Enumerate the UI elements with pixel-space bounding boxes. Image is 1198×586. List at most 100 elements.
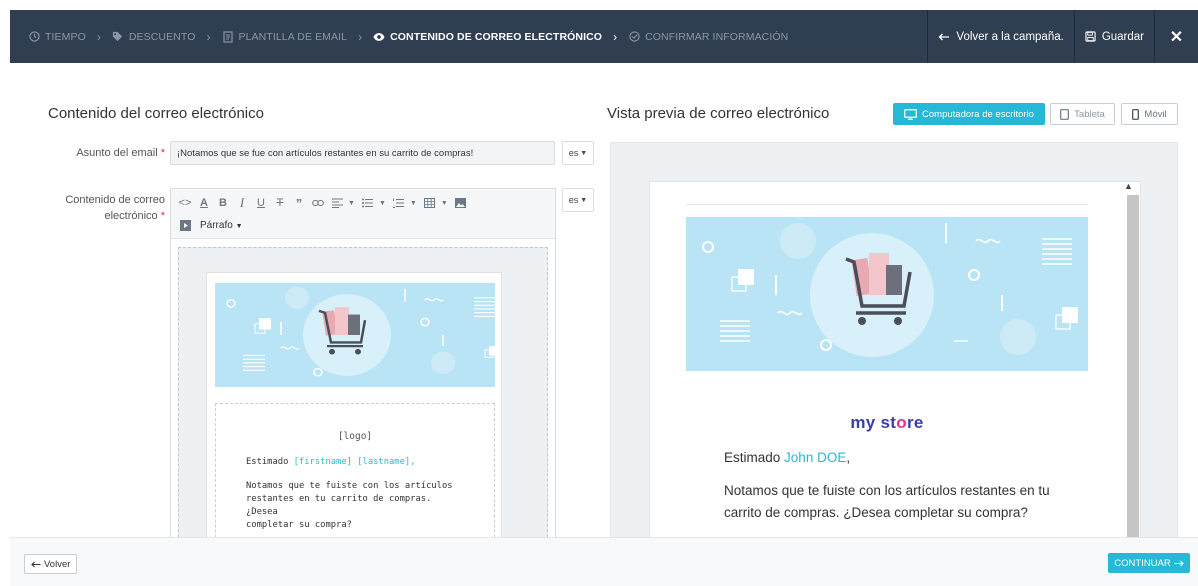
align-icon[interactable]: [329, 195, 345, 211]
back-button[interactable]: Volver: [24, 554, 78, 574]
save-button[interactable]: Guardar: [1073, 10, 1154, 63]
greeting-prefix: Estimado: [246, 457, 289, 467]
store-logo: my store: [686, 413, 1088, 433]
back-to-campaign-label: Volver a la campaña.: [956, 30, 1064, 43]
mobile-label: Móvil: [1144, 108, 1167, 120]
preview-greeting: Estimado John DOE,: [724, 447, 1064, 469]
link-icon[interactable]: [310, 195, 326, 211]
step-label: DESCUENTO: [128, 30, 196, 43]
content-lang-select[interactable]: es ▼: [562, 188, 594, 212]
lang-label: es: [568, 148, 579, 158]
bullet-list-icon[interactable]: [360, 195, 376, 211]
wizard-steps: TIEMPO › DESCUENTO › PLANTILLA DE EMAIL …: [10, 10, 927, 63]
subject-label: Asunto del email *: [40, 145, 165, 161]
close-button[interactable]: ✕: [1154, 10, 1198, 63]
continue-button[interactable]: CONTINUAR: [1108, 553, 1190, 573]
editor-body-text: Notamos que te fuiste con los artículos …: [246, 480, 466, 532]
arrow-left-icon: [938, 33, 950, 41]
bold-icon[interactable]: B: [215, 195, 231, 211]
desktop-label: Computadora de escritorio: [922, 108, 1034, 120]
back-to-campaign-button[interactable]: Volver a la campaña.: [927, 10, 1073, 63]
tablet-label: Tableta: [1074, 108, 1105, 120]
step-descuento[interactable]: DESCUENTO: [112, 31, 196, 43]
save-icon: [1085, 31, 1096, 42]
rich-text-editor[interactable]: <> A B I U T ” ▼ ▼ ▼ ▼ Párrafo ▼ [logo] …: [170, 188, 556, 548]
italic-icon[interactable]: I: [234, 195, 250, 211]
image-icon[interactable]: [453, 195, 469, 211]
eye-icon: [373, 31, 385, 43]
bottom-bar: [10, 537, 1198, 586]
chevron-right-icon: ›: [358, 29, 363, 44]
strikethrough-icon[interactable]: T: [272, 195, 288, 211]
step-tiempo[interactable]: TIEMPO: [28, 31, 86, 43]
body-line: Notamos que te fuiste con los artículos: [246, 481, 453, 491]
step-label: CONFIRMAR INFORMACIÓN: [645, 30, 789, 43]
step-confirmar[interactable]: CONFIRMAR INFORMACIÓN: [628, 31, 788, 43]
arrow-left-icon: [31, 561, 41, 568]
greeting-suffix: ,: [846, 450, 851, 465]
subject-input[interactable]: ¡Notamos que se fue con artículos restan…: [170, 141, 555, 165]
paragraph-format-select[interactable]: Párrafo ▼: [200, 220, 243, 231]
caret-down-icon: ▼: [235, 222, 243, 230]
step-label: PLANTILLA DE EMAIL: [238, 30, 348, 43]
preview-tablet-button[interactable]: Tableta: [1050, 103, 1115, 125]
arrow-right-icon: [1174, 560, 1184, 567]
font-color-icon[interactable]: A: [196, 195, 212, 211]
content-label-line2: electrónico: [104, 210, 158, 222]
brand-part: my st: [850, 413, 897, 432]
video-icon[interactable]: [177, 217, 193, 233]
step-contenido[interactable]: CONTENIDO DE CORREO ELECTRÓNICO: [373, 31, 602, 43]
cart-banner-image: [215, 283, 495, 387]
preview-body-text: Notamos que te fuiste con los artículos …: [724, 480, 1064, 524]
logo-placeholder: [logo]: [337, 431, 373, 442]
underline-icon[interactable]: U: [253, 195, 269, 211]
desktop-icon: [904, 108, 917, 120]
tag-icon: [112, 31, 124, 43]
preview-email-body: my store Estimado John DOE, Notamos que …: [686, 204, 1088, 544]
numbered-list-icon[interactable]: [391, 195, 407, 211]
preview-scrollbar[interactable]: [1127, 195, 1139, 545]
paragraph-label: Párrafo: [200, 219, 233, 231]
editor-canvas[interactable]: [logo] Estimado [firstname] [lastname], …: [178, 247, 548, 547]
quote-icon[interactable]: ”: [291, 195, 307, 211]
preview-section-title: Vista previa de correo electrónico: [607, 105, 830, 122]
back-label: Volver: [44, 558, 71, 570]
customer-name: John DOE: [784, 450, 847, 465]
chevron-right-icon: ›: [96, 29, 101, 44]
chevron-right-icon: ›: [206, 29, 211, 44]
top-actions: Volver a la campaña. Guardar ✕: [927, 10, 1198, 63]
continue-label: CONTINUAR: [1114, 557, 1171, 569]
editor-email-body: [logo] Estimado [firstname] [lastname], …: [206, 272, 502, 547]
save-label: Guardar: [1101, 30, 1144, 43]
lastname-tag: [lastname],: [357, 457, 416, 467]
subject-label-text: Asunto del email: [76, 147, 158, 159]
body-line: carrito de compras. ¿Desea completar su …: [724, 505, 1028, 520]
cart-banner-image: [686, 217, 1088, 371]
scroll-up-icon[interactable]: ▲: [1124, 181, 1133, 191]
tablet-icon: [1060, 108, 1070, 120]
code-icon[interactable]: <>: [177, 195, 193, 211]
body-line: Notamos que te fuiste con los artículos …: [724, 483, 1050, 498]
mobile-icon: [1132, 108, 1140, 120]
close-icon: ✕: [1169, 28, 1184, 46]
caret-down-icon: ▼: [580, 149, 588, 157]
brand-part: re: [906, 413, 924, 432]
caret-down-icon: ▼: [440, 199, 448, 207]
brand-part: o: [896, 413, 907, 432]
preview-desktop-button[interactable]: Computadora de escritorio: [893, 103, 1045, 125]
subject-lang-select[interactable]: es ▼: [562, 141, 594, 165]
required-mark: *: [160, 147, 165, 159]
step-label: TIEMPO: [45, 30, 86, 43]
editor-toolbar: <> A B I U T ” ▼ ▼ ▼ ▼ Párrafo ▼: [171, 189, 555, 239]
firstname-tag: [firstname]: [293, 457, 352, 467]
document-icon: [222, 30, 234, 43]
preview-mobile-button[interactable]: Móvil: [1121, 103, 1178, 125]
clock-icon: [28, 31, 40, 43]
table-icon[interactable]: [422, 195, 438, 211]
check-circle-icon: [628, 31, 640, 43]
lang-label: es: [568, 195, 579, 205]
step-plantilla[interactable]: PLANTILLA DE EMAIL: [222, 31, 348, 43]
caret-down-icon: ▼: [409, 199, 417, 207]
caret-down-icon: ▼: [580, 196, 588, 204]
greeting-prefix: Estimado: [724, 450, 781, 465]
